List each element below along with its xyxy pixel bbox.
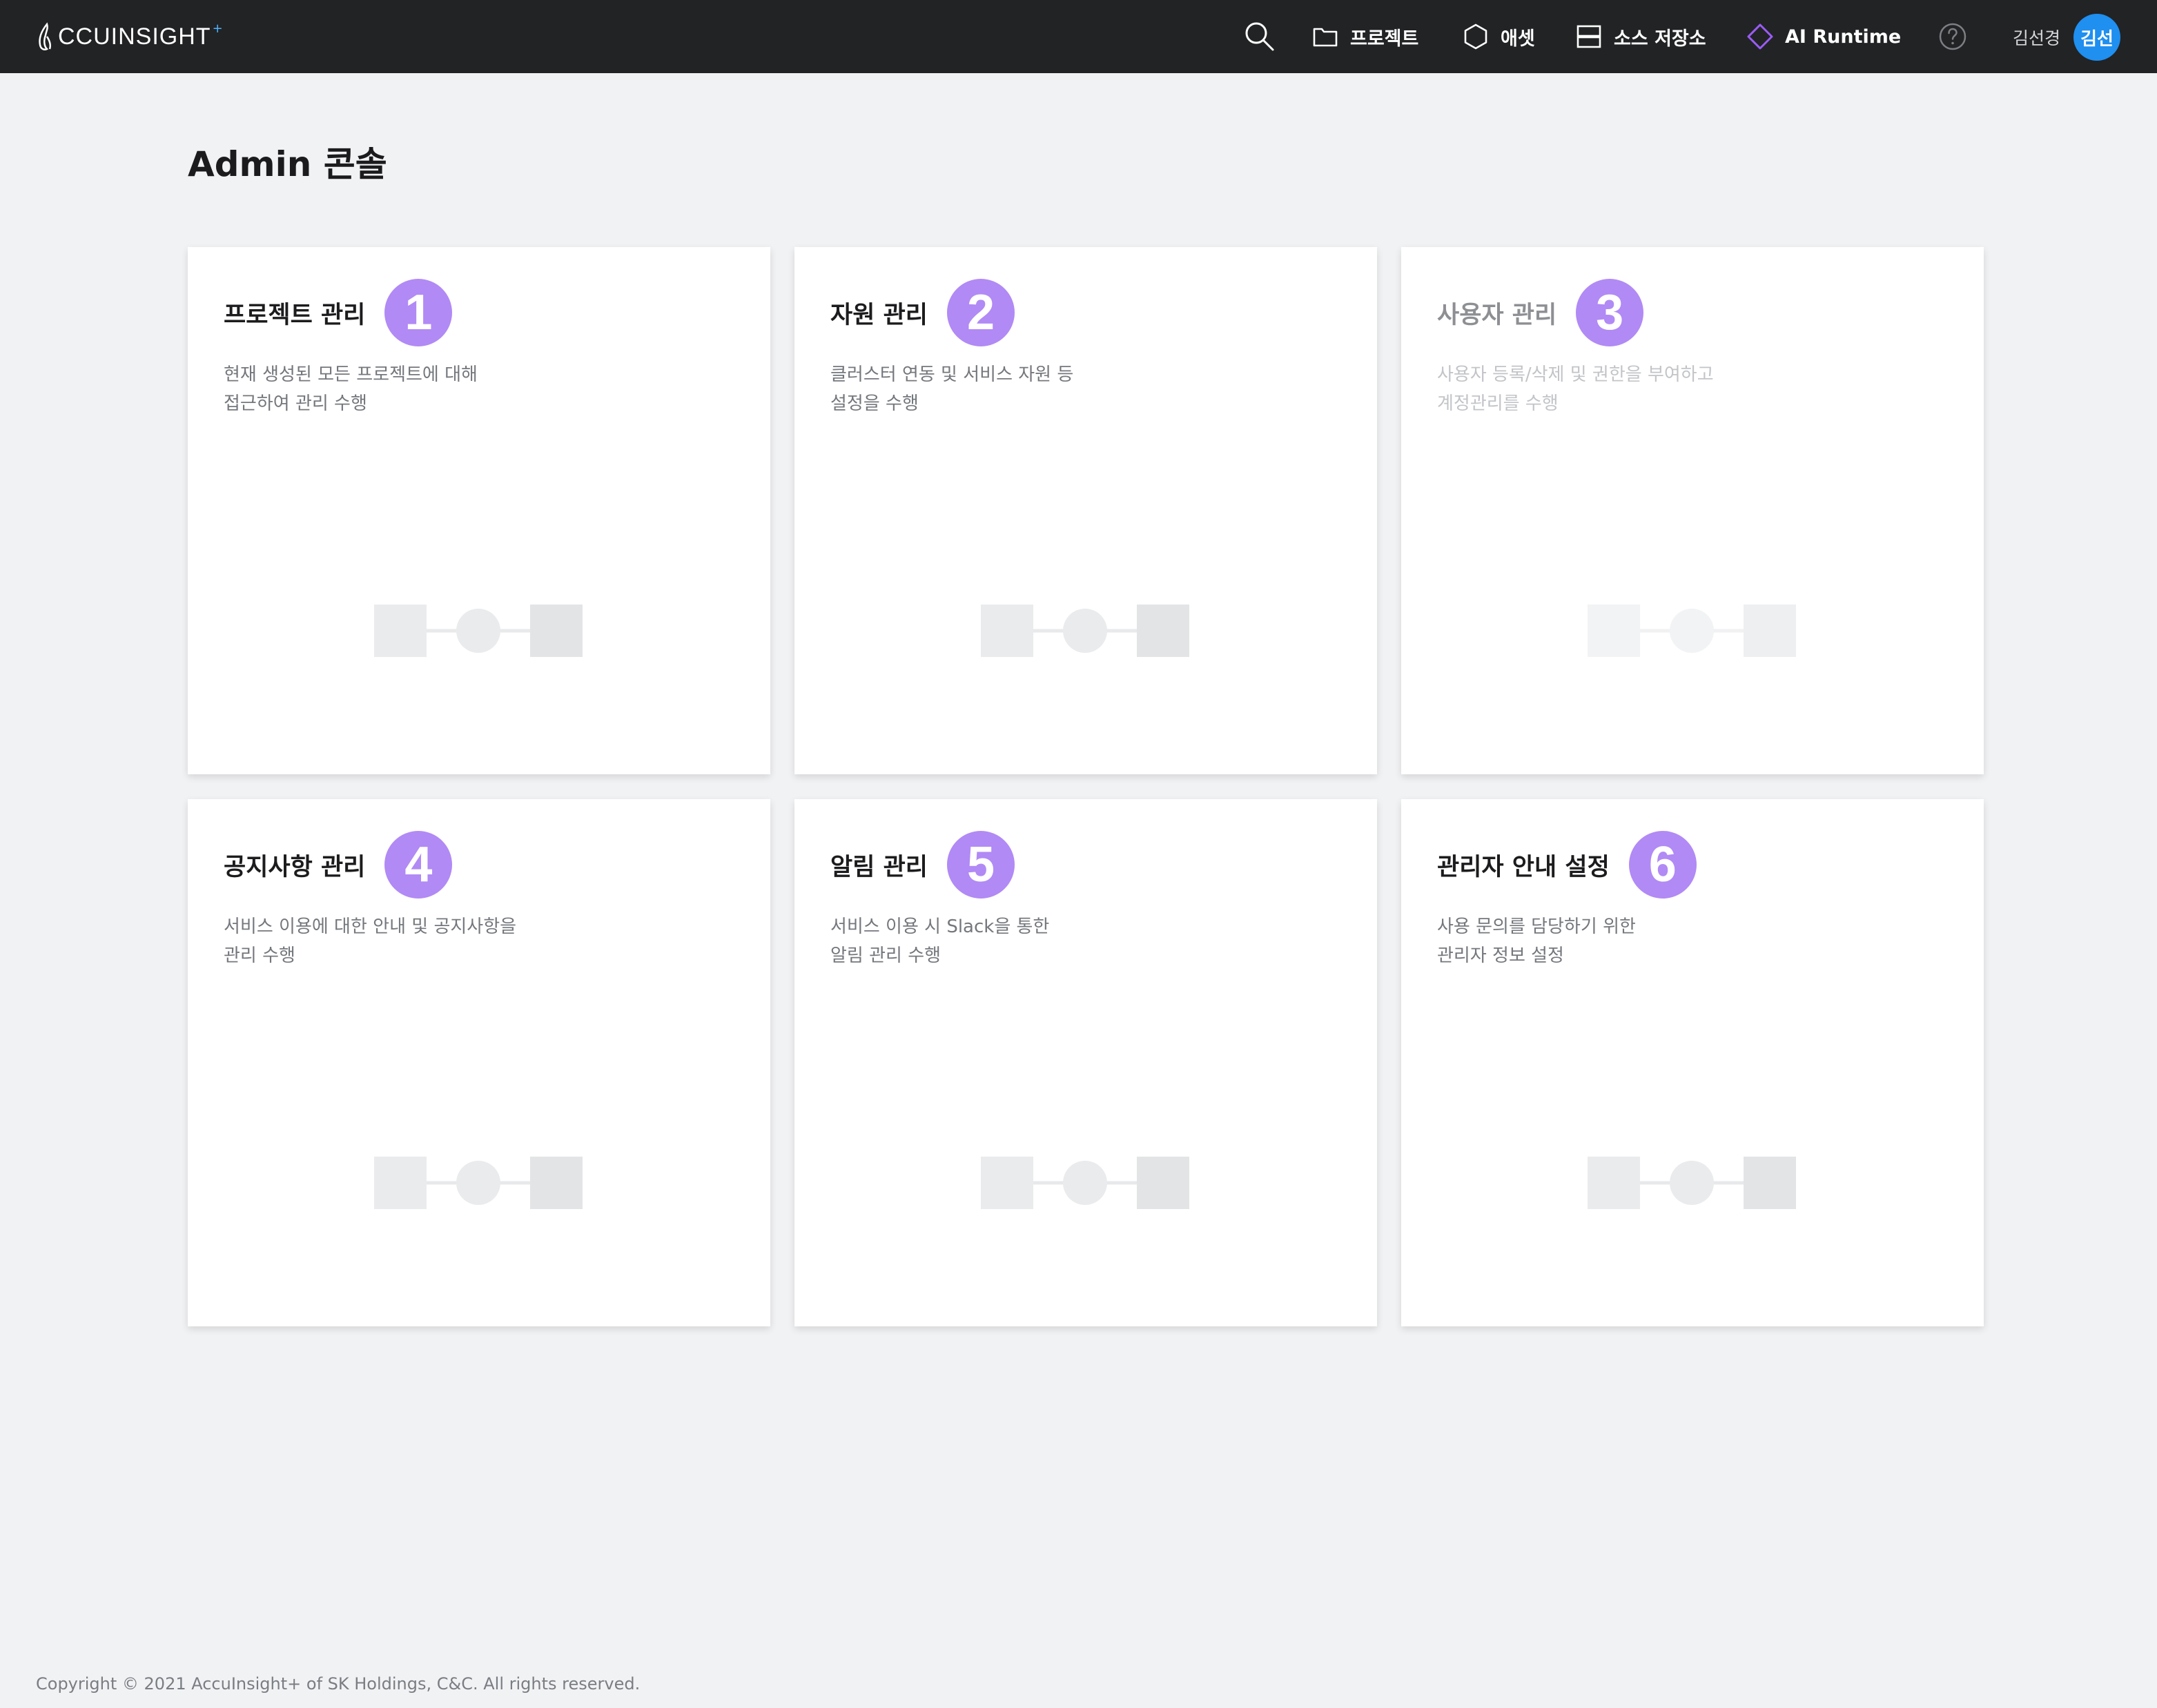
card-description-line: 관리자 정보 설정 [1437, 945, 1564, 966]
footer-copyright: Copyright © 2021 AccuInsight+ of SK Hold… [36, 1674, 641, 1694]
card-title: 알림 관리 [830, 853, 928, 881]
card-notice-management[interactable]: 공지사항 관리 4 서비스 이용에 대한 안내 및 공지사항을 관리 수행 [188, 799, 770, 1326]
card-title: 공지사항 관리 [224, 853, 366, 881]
card-header: 자원 관리 2 [830, 279, 1015, 346]
folder-icon [1313, 28, 1338, 47]
card-header: 공지사항 관리 4 [224, 831, 453, 899]
nav-source-repo[interactable]: 소스 저장소 [1575, 21, 1706, 52]
avatar[interactable]: 김선 [2073, 14, 2120, 61]
storage-icon [1577, 25, 1601, 48]
number-badge: 6 [1628, 831, 1697, 899]
card-header: 사용자 관리 3 [1437, 279, 1644, 346]
card-description: 서비스 이용에 대한 안내 및 공지사항을 관리 수행 [224, 912, 638, 970]
card-description-line: 클러스터 연동 및 서비스 자원 등 [830, 364, 1074, 385]
card-resource-management[interactable]: 자원 관리 2 클러스터 연동 및 서비스 자원 등 설정을 수행 [794, 247, 1377, 774]
card-project-management[interactable]: 프로젝트 관리 1 현재 생성된 모든 프로젝트에 대해 접근하여 관리 수행 [188, 247, 770, 774]
placeholder-illustration-icon [1588, 1157, 1796, 1209]
card-description: 사용자 등록/삭제 및 권한을 부여하고 계정관리를 수행 [1437, 360, 1851, 418]
card-description: 클러스터 연동 및 서비스 자원 등 설정을 수행 [830, 360, 1245, 418]
number-badge: 5 [947, 831, 1015, 899]
card-description-line: 접근하여 관리 수행 [224, 393, 367, 414]
page-title: Admin 콘솔 [188, 144, 387, 184]
nav-project[interactable]: 프로젝트 [1311, 21, 1418, 52]
card-title: 사용자 관리 [1437, 301, 1557, 329]
card-header: 관리자 안내 설정 6 [1437, 831, 1697, 899]
placeholder-illustration-icon [374, 1157, 583, 1209]
card-description-line: 서비스 이용 시 Slack을 통한 [830, 916, 1050, 937]
card-description-line: 설정을 수행 [830, 393, 919, 414]
search-icon[interactable] [1242, 19, 1276, 52]
number-badge: 2 [947, 279, 1015, 346]
nav-asset[interactable]: 애셋 [1462, 21, 1535, 52]
card-header: 알림 관리 5 [830, 831, 1015, 899]
nav-asset-label: 애셋 [1501, 28, 1535, 50]
card-description-line: 서비스 이용에 대한 안내 및 공지사항을 [224, 916, 517, 937]
top-navigation-bar: CCUINSIGHT + 프로젝트 애셋 소스 저장소 AI Runtime 김… [0, 0, 2157, 73]
card-alert-management[interactable]: 알림 관리 5 서비스 이용 시 Slack을 통한 알림 관리 수행 [794, 799, 1377, 1326]
card-user-management[interactable]: 사용자 관리 3 사용자 등록/삭제 및 권한을 부여하고 계정관리를 수행 [1401, 247, 1984, 774]
card-admin-guide-settings[interactable]: 관리자 안내 설정 6 사용 문의를 담당하기 위한 관리자 정보 설정 [1401, 799, 1984, 1326]
help-icon[interactable] [1938, 22, 1967, 51]
nav-ai-runtime-label: AI Runtime [1785, 26, 1902, 48]
placeholder-illustration-icon [374, 605, 583, 657]
card-description: 서비스 이용 시 Slack을 통한 알림 관리 수행 [830, 912, 1245, 970]
card-description-line: 관리 수행 [224, 945, 295, 966]
nav-project-label: 프로젝트 [1350, 28, 1419, 50]
card-header: 프로젝트 관리 1 [224, 279, 453, 346]
card-description-line: 계정관리를 수행 [1437, 393, 1559, 414]
diamond-icon [1747, 23, 1773, 50]
card-description: 현재 생성된 모든 프로젝트에 대해 접근하여 관리 수행 [224, 360, 638, 418]
nav-source-repo-label: 소스 저장소 [1614, 28, 1706, 50]
logo-text: CCUINSIGHT [58, 23, 211, 50]
number-badge: 1 [384, 279, 453, 346]
placeholder-illustration-icon [981, 605, 1189, 657]
card-title: 자원 관리 [830, 301, 928, 329]
user-name: 김선경 [2013, 28, 2061, 48]
logo-leaf-icon [39, 22, 52, 50]
card-title: 관리자 안내 설정 [1437, 853, 1610, 881]
card-description-line: 현재 생성된 모든 프로젝트에 대해 [224, 364, 478, 385]
placeholder-illustration-icon [1588, 605, 1796, 657]
logo-plus: + [212, 21, 223, 36]
placeholder-illustration-icon [981, 1157, 1189, 1209]
card-description-line: 사용자 등록/삭제 및 권한을 부여하고 [1437, 364, 1714, 385]
card-description: 사용 문의를 담당하기 위한 관리자 정보 설정 [1437, 912, 1851, 970]
logo[interactable]: CCUINSIGHT + [36, 18, 223, 55]
card-title: 프로젝트 관리 [224, 301, 366, 329]
hexagon-icon [1464, 23, 1487, 50]
number-badge: 4 [384, 831, 453, 899]
number-badge: 3 [1576, 279, 1644, 346]
card-description-line: 알림 관리 수행 [830, 945, 941, 966]
card-description-line: 사용 문의를 담당하기 위한 [1437, 916, 1636, 937]
nav-ai-runtime[interactable]: AI Runtime [1746, 21, 1901, 52]
